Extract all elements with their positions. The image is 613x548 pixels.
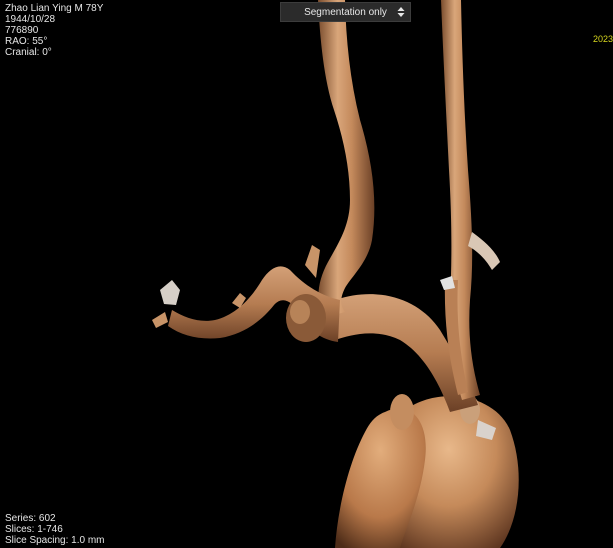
series-info-overlay: Series: 602 Slices: 1-746 Slice Spacing:… bbox=[5, 513, 105, 546]
patient-name: Zhao Lian Ying M 78Y bbox=[5, 3, 104, 14]
right-tall-vessel bbox=[441, 0, 480, 400]
rao-angle: RAO: 55° bbox=[5, 36, 48, 47]
branch-junction-highlight bbox=[290, 300, 310, 324]
branch-stub-up bbox=[305, 245, 320, 278]
3d-viewport[interactable]: Zhao Lian Ying M 78Y 1944/10/28 776890 R… bbox=[0, 0, 613, 548]
branch-end-stub bbox=[152, 312, 168, 328]
right-branch-stub bbox=[468, 232, 500, 270]
vessel-3d-render[interactable] bbox=[0, 0, 613, 548]
corner-date-text: 2023 bbox=[592, 34, 613, 44]
render-mode-value: Segmentation only bbox=[304, 6, 387, 18]
slice-range: Slices: 1-746 bbox=[5, 524, 63, 535]
up-down-arrows-icon bbox=[397, 7, 405, 17]
aorta-lump bbox=[390, 394, 414, 430]
patient-birth-date: 1944/10/28 bbox=[5, 14, 56, 25]
patient-info-overlay: Zhao Lian Ying M 78Y 1944/10/28 776890 R… bbox=[5, 3, 103, 58]
left-carotid-vessel bbox=[318, 0, 375, 318]
slice-spacing: Slice Spacing: 1.0 mm bbox=[5, 535, 105, 546]
cranial-angle: Cranial: 0° bbox=[5, 47, 52, 58]
series-number: Series: 602 bbox=[5, 513, 56, 524]
patient-id: 776890 bbox=[5, 25, 39, 36]
render-mode-select[interactable]: Segmentation only bbox=[280, 2, 411, 22]
branch-end-cap bbox=[160, 280, 180, 305]
